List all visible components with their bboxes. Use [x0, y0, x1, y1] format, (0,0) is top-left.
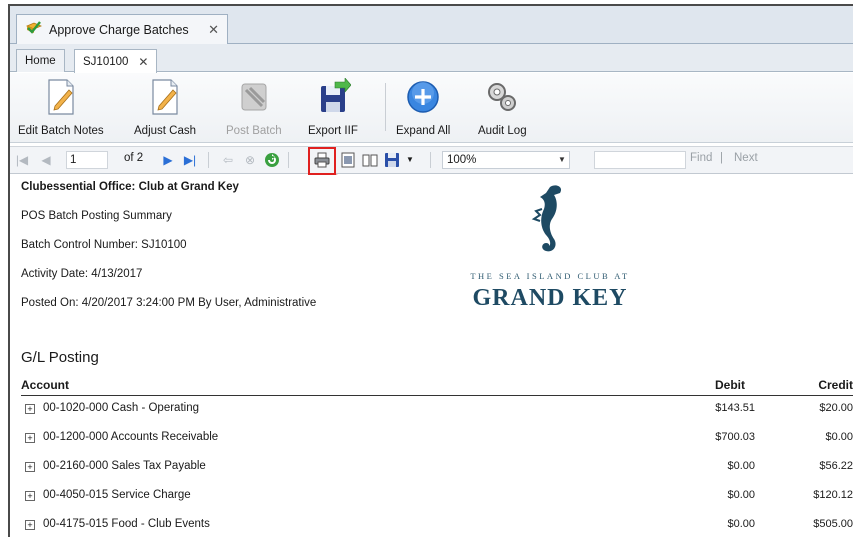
inner-tab-strip: Home SJ10100 ✕ [10, 44, 853, 73]
office-name: Clubessential Office: Club at Grand Key [21, 181, 239, 193]
adjust-cash-label: Adjust Cash [134, 125, 197, 137]
find-next-separator: | [720, 152, 723, 164]
audit-log-label: Audit Log [478, 125, 527, 137]
club-logo: THE SEA ISLAND CLUB AT GRAND KEY [440, 181, 660, 311]
table-row: + 00-1200-000 Accounts Receivable $700.0… [21, 430, 853, 448]
toolbar-separator [288, 152, 289, 168]
expand-row-icon[interactable]: + [25, 433, 35, 443]
row-credit: $505.00 [813, 518, 853, 530]
app-window: Approve Charge Batches ✕ Home SJ10100 ✕ … [8, 4, 853, 537]
find-button[interactable]: Find [690, 152, 712, 164]
close-doc-tab-icon[interactable]: ✕ [208, 22, 219, 38]
approve-check-icon [25, 20, 43, 39]
print-layout-icon[interactable] [340, 152, 356, 168]
page-setup-icon[interactable] [362, 152, 378, 168]
row-debit: $0.00 [727, 518, 755, 530]
batch-control-number: Batch Control Number: SJ10100 [21, 239, 187, 251]
expand-row-icon[interactable]: + [25, 462, 35, 472]
gears-icon [482, 77, 522, 117]
expand-all-label: Expand All [396, 125, 451, 137]
table-row: + 00-4175-015 Food - Club Events $0.00 $… [21, 517, 853, 535]
document-tab-strip: Approve Charge Batches ✕ [10, 6, 853, 44]
edit-batch-notes-label: Edit Batch Notes [18, 125, 104, 137]
page-number-input[interactable]: 1 [66, 151, 108, 169]
expand-row-icon[interactable]: + [25, 491, 35, 501]
logo-subtitle: THE SEA ISLAND CLUB AT [470, 271, 630, 281]
tab-home-label: Home [25, 55, 56, 67]
ribbon-toolbar: Edit Batch Notes Adjust Cash Post Batch [10, 73, 853, 143]
row-account: 00-4175-015 Food - Club Events [43, 518, 210, 530]
row-account: 00-1200-000 Accounts Receivable [43, 431, 219, 443]
activity-date: Activity Date: 4/13/2017 [21, 268, 143, 280]
export-iif-icon [313, 77, 353, 117]
row-account: 00-1020-000 Cash - Operating [43, 402, 199, 414]
table-row: + 00-4050-015 Service Charge $0.00 $120.… [21, 488, 853, 506]
find-input[interactable] [594, 151, 686, 169]
table-row: + 00-2160-000 Sales Tax Payable $0.00 $5… [21, 459, 853, 477]
row-debit: $0.00 [727, 460, 755, 472]
row-debit: $700.03 [715, 431, 755, 443]
doc-tab-title: Approve Charge Batches [49, 22, 189, 37]
report-summary-title: POS Batch Posting Summary [21, 210, 172, 222]
next-page-icon[interactable]: ▶ [160, 152, 176, 168]
row-credit: $20.00 [819, 402, 853, 414]
zoom-select[interactable]: 100% ▼ [442, 151, 570, 169]
ribbon-separator [385, 83, 386, 131]
report-page: Clubessential Office: Club at Grand Key … [10, 175, 853, 537]
logo-title: GRAND KEY [472, 285, 628, 311]
report-viewer-toolbar: |◀ ◀ 1 of 2 ▶ ▶| ⇦ ⊗ ▼ 100% ▼ Find | Nex… [10, 146, 853, 174]
expand-plus-icon [403, 77, 443, 117]
row-credit: $120.12 [813, 489, 853, 501]
zoom-value: 100% [447, 154, 477, 166]
tab-sj10100[interactable]: SJ10100 ✕ [74, 49, 158, 73]
expand-row-icon[interactable]: + [25, 404, 35, 414]
adjust-cash-icon [145, 77, 185, 117]
expand-row-icon[interactable]: + [25, 520, 35, 530]
page-count-label: of 2 [124, 152, 144, 164]
previous-page-icon[interactable]: ◀ [38, 152, 54, 168]
chevron-down-icon: ▼ [558, 155, 566, 164]
adjust-cash-button[interactable]: Adjust Cash [134, 77, 196, 137]
post-batch-icon [234, 77, 274, 117]
first-page-icon[interactable]: |◀ [14, 152, 30, 168]
chevron-down-icon[interactable]: ▼ [402, 152, 418, 168]
row-credit: $0.00 [825, 431, 853, 443]
post-batch-button[interactable]: Post Batch [226, 77, 282, 137]
row-debit: $0.00 [727, 489, 755, 501]
row-debit: $143.51 [715, 402, 755, 414]
table-row: + 00-1020-000 Cash - Operating $143.51 $… [21, 401, 853, 419]
table-header: Account Debit Credit [21, 378, 853, 396]
save-export-icon[interactable] [384, 152, 400, 168]
close-batch-tab-icon[interactable]: ✕ [138, 55, 148, 69]
stop-icon[interactable]: ⊗ [242, 152, 258, 168]
seahorse-logo-icon [531, 185, 562, 252]
tab-sj10100-label: SJ10100 [83, 55, 129, 68]
tab-home[interactable]: Home [16, 49, 65, 72]
next-button[interactable]: Next [734, 152, 758, 164]
tab-approve-charge-batches[interactable]: Approve Charge Batches ✕ [16, 14, 228, 44]
col-debit: Debit [715, 378, 745, 392]
export-iif-label: Export IIF [308, 125, 358, 137]
col-credit: Credit [818, 378, 853, 392]
edit-batch-notes-button[interactable]: Edit Batch Notes [18, 77, 104, 137]
toolbar-separator [208, 152, 209, 168]
section-title: G/L Posting [21, 349, 99, 366]
back-icon[interactable]: ⇦ [220, 152, 236, 168]
post-batch-label: Post Batch [226, 125, 282, 137]
edit-notes-icon [41, 77, 81, 117]
row-account: 00-4050-015 Service Charge [43, 489, 191, 501]
row-credit: $56.22 [819, 460, 853, 472]
expand-all-button[interactable]: Expand All [396, 77, 450, 137]
col-account: Account [21, 378, 69, 392]
export-iif-button[interactable]: Export IIF [308, 77, 358, 137]
posted-on: Posted On: 4/20/2017 3:24:00 PM By User,… [21, 297, 317, 309]
audit-log-button[interactable]: Audit Log [478, 77, 527, 137]
refresh-icon[interactable] [264, 152, 280, 168]
row-account: 00-2160-000 Sales Tax Payable [43, 460, 206, 472]
toolbar-separator [430, 152, 431, 168]
last-page-icon[interactable]: ▶| [182, 152, 198, 168]
